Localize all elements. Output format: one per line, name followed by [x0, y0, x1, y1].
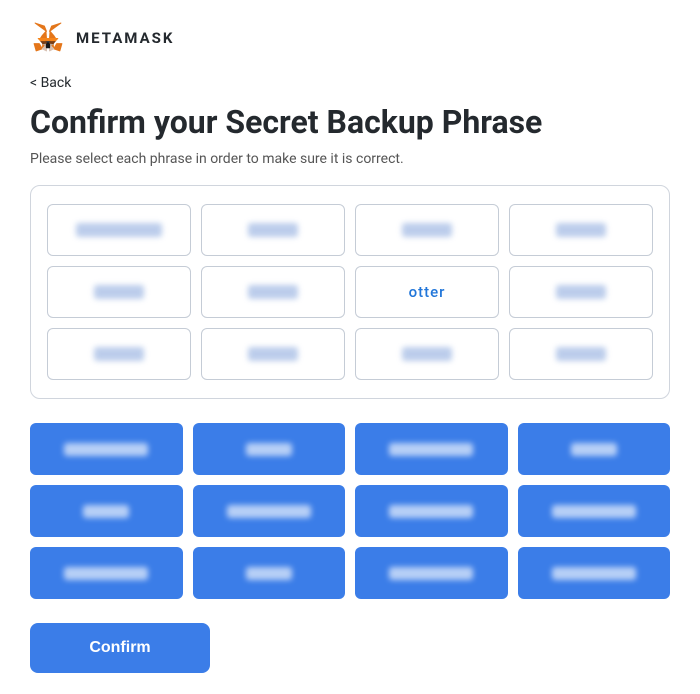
drop-cell[interactable]	[47, 328, 191, 380]
drop-zone: otter	[30, 185, 670, 399]
drop-cell[interactable]: otter	[355, 266, 499, 318]
subtitle: Please select each phrase in order to ma…	[30, 151, 670, 167]
word-bank-button[interactable]	[355, 423, 508, 475]
metamask-logo-icon	[30, 20, 66, 56]
word-bank-button[interactable]	[193, 423, 346, 475]
header: METAMASK	[30, 20, 670, 56]
word-bank-button[interactable]	[518, 547, 671, 599]
word-bank-button[interactable]	[30, 485, 183, 537]
word-bank-button[interactable]	[355, 547, 508, 599]
confirm-button[interactable]: Confirm	[30, 623, 210, 673]
drop-cell[interactable]	[355, 328, 499, 380]
word-bank-button[interactable]	[355, 485, 508, 537]
drop-cell[interactable]	[509, 266, 653, 318]
drop-grid: otter	[47, 204, 653, 380]
page-title: Confirm your Secret Backup Phrase	[30, 103, 670, 141]
drop-cell[interactable]	[47, 204, 191, 256]
word-bank-button[interactable]	[518, 485, 671, 537]
word-bank-button[interactable]	[30, 423, 183, 475]
drop-cell[interactable]	[355, 204, 499, 256]
drop-cell[interactable]	[509, 328, 653, 380]
drop-cell[interactable]	[509, 204, 653, 256]
back-link[interactable]: < Back	[30, 75, 71, 91]
logo-text: METAMASK	[76, 29, 174, 47]
drop-cell[interactable]	[47, 266, 191, 318]
word-bank	[30, 423, 670, 599]
word-bank-button[interactable]	[30, 547, 183, 599]
drop-cell[interactable]	[201, 204, 345, 256]
drop-cell[interactable]	[201, 266, 345, 318]
word-bank-button[interactable]	[193, 485, 346, 537]
word-bank-button[interactable]	[518, 423, 671, 475]
drop-cell[interactable]	[201, 328, 345, 380]
drop-cell-word: otter	[409, 283, 446, 301]
word-bank-button[interactable]	[193, 547, 346, 599]
page-container: METAMASK < Back Confirm your Secret Back…	[0, 0, 700, 694]
